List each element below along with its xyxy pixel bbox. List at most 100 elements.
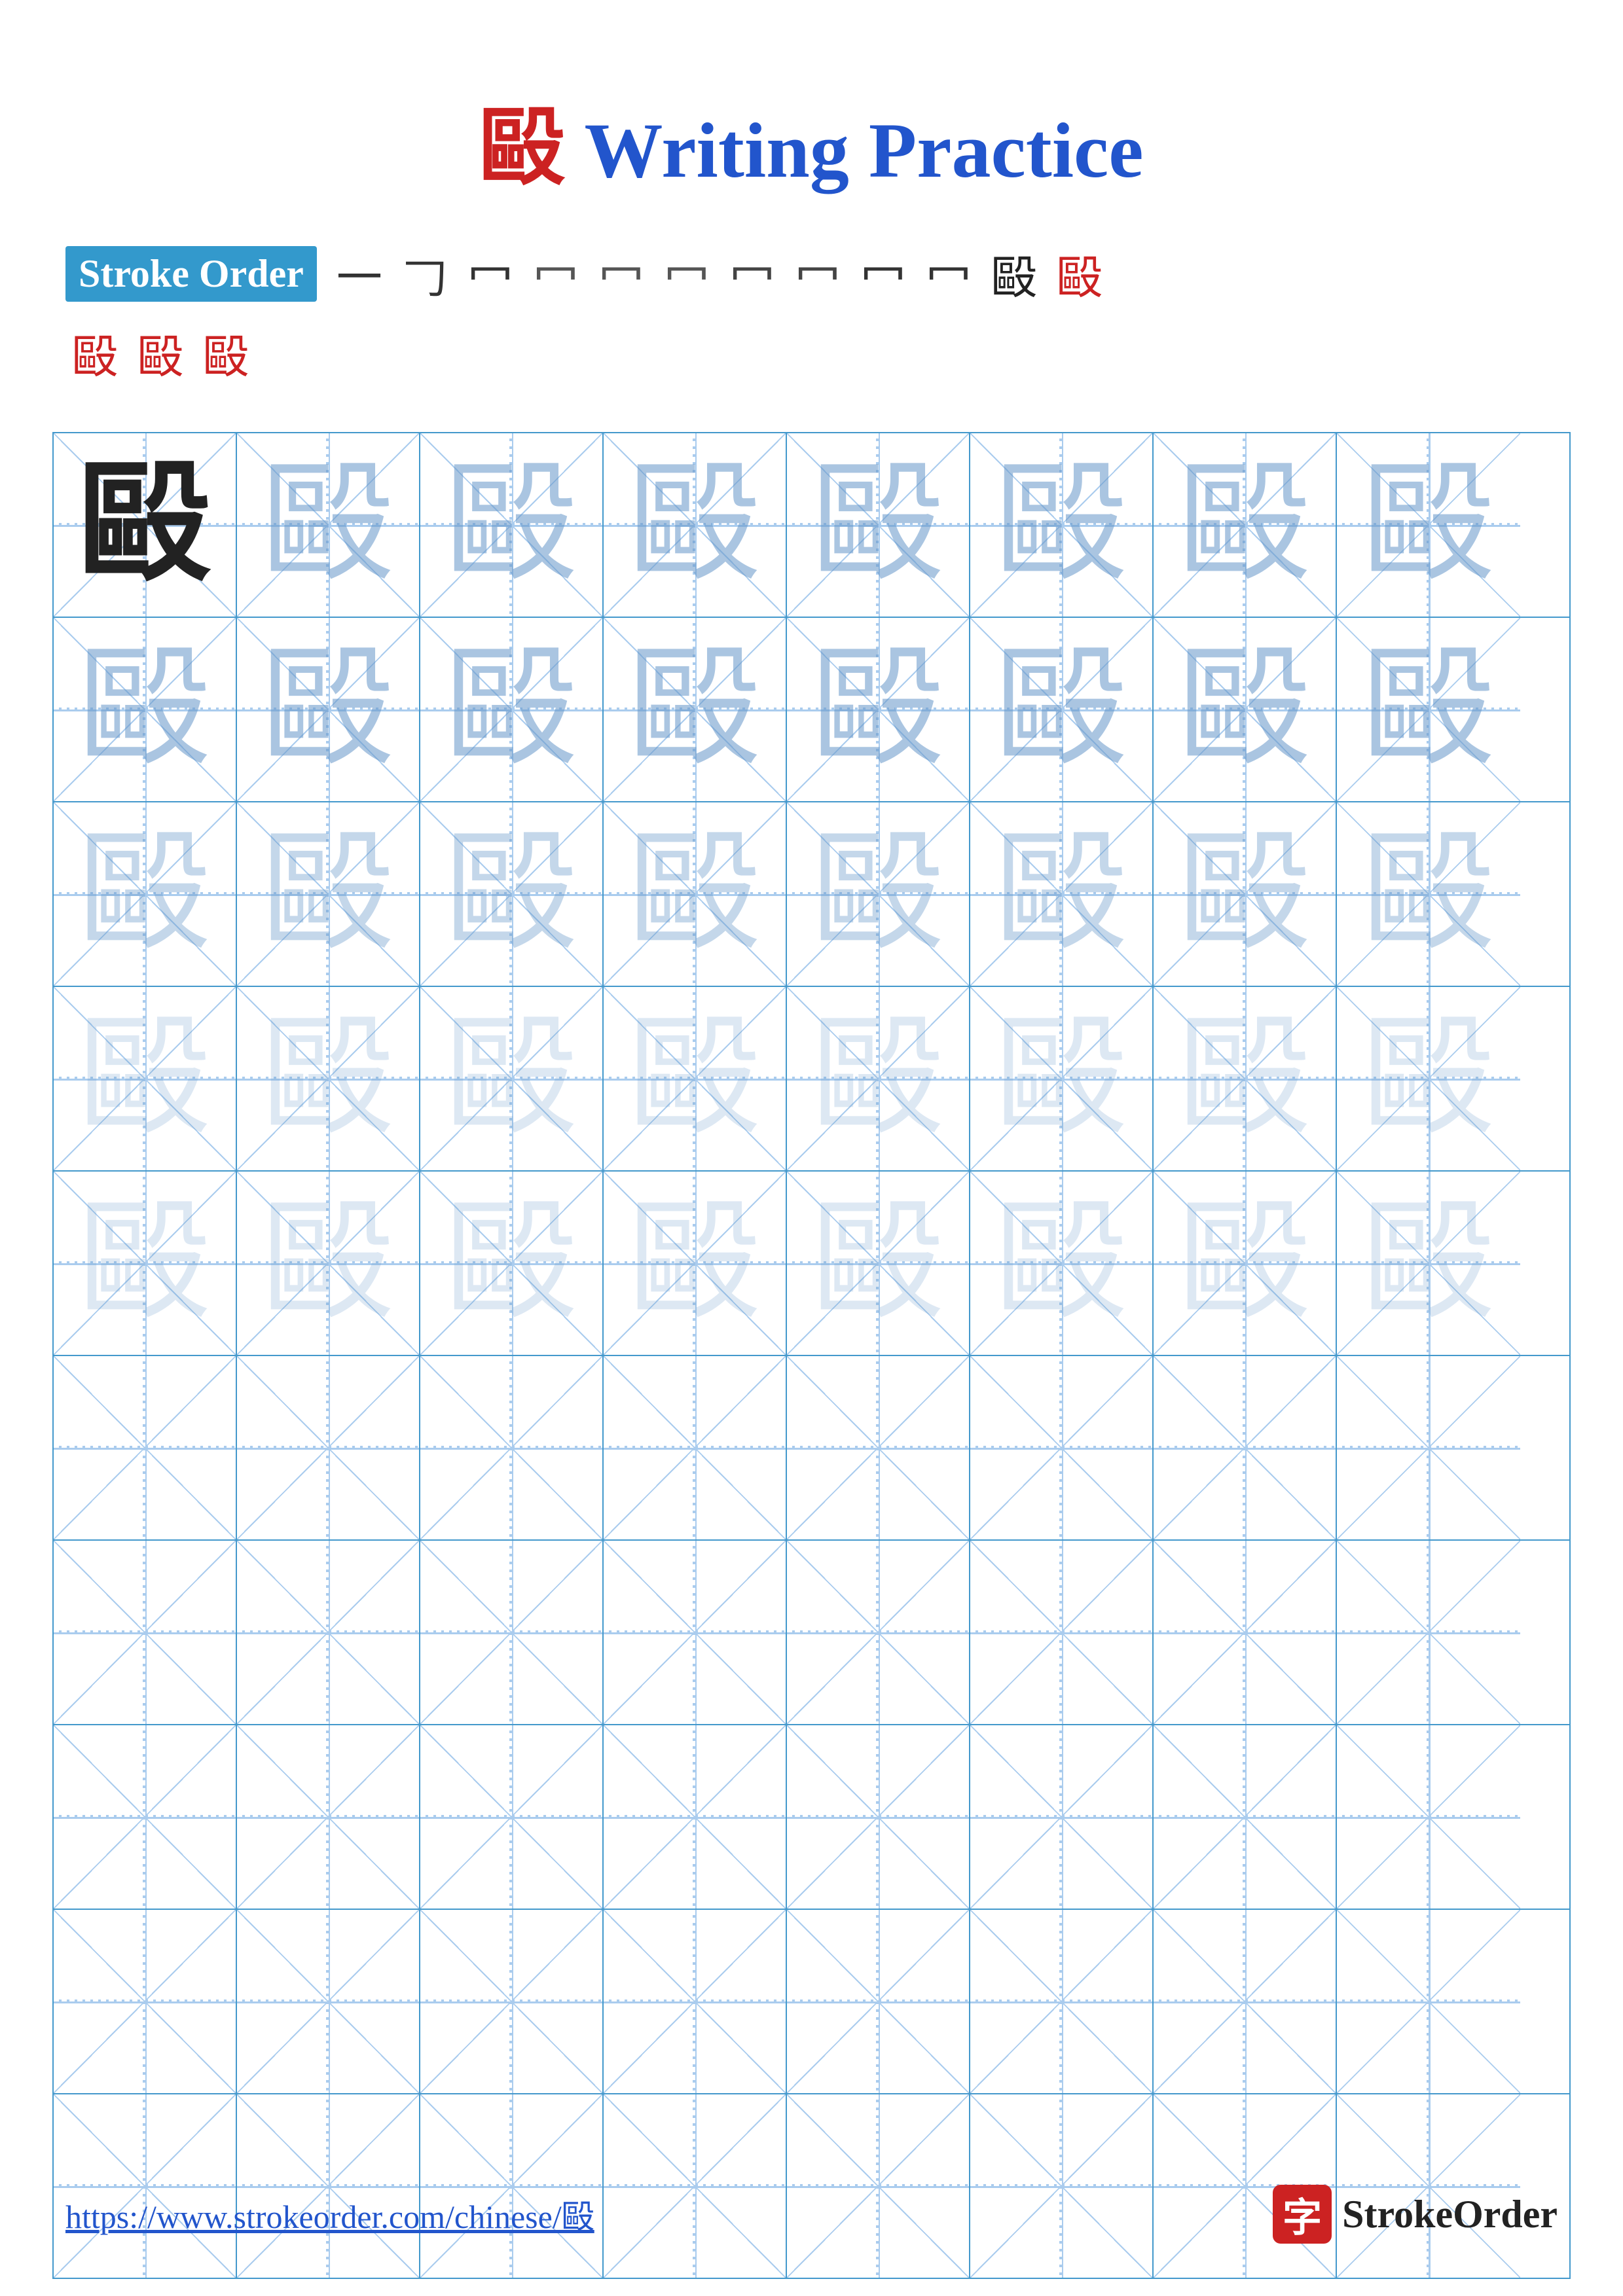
grid-cell[interactable] xyxy=(420,1910,604,2093)
grid-cell[interactable] xyxy=(1154,1356,1337,1539)
grid-cell[interactable] xyxy=(237,1910,420,2093)
grid-cell[interactable]: 毆 xyxy=(1154,618,1337,801)
grid-cell[interactable]: 毆 xyxy=(237,802,420,986)
grid-cell[interactable] xyxy=(604,1356,787,1539)
practice-char: 毆 xyxy=(996,829,1127,960)
grid-cell[interactable] xyxy=(1337,1541,1520,1724)
grid-cell[interactable] xyxy=(970,1356,1154,1539)
grid-cell[interactable]: 毆 xyxy=(970,1172,1154,1355)
grid-cell[interactable]: 毆 xyxy=(787,802,970,986)
grid-cell[interactable] xyxy=(54,1910,237,2093)
grid-cell[interactable]: 毆 xyxy=(1154,1172,1337,1355)
practice-char: 毆 xyxy=(812,1013,943,1144)
grid-cell[interactable]: 毆 xyxy=(1337,1172,1520,1355)
grid-row-6 xyxy=(54,1356,1569,1541)
practice-char: 毆 xyxy=(629,829,760,960)
grid-cell[interactable]: 毆 xyxy=(1337,433,1520,617)
stroke-15: 毆 xyxy=(203,320,249,386)
grid-cell[interactable]: 毆 xyxy=(604,1172,787,1355)
grid-cell[interactable] xyxy=(420,1541,604,1724)
title-char: 毆 xyxy=(479,101,564,196)
grid-cell[interactable] xyxy=(787,1356,970,1539)
grid-cell[interactable] xyxy=(1337,1725,1520,1909)
practice-char: 毆 xyxy=(1179,1013,1310,1144)
grid-cell[interactable]: 毆 xyxy=(604,433,787,617)
practice-char: 毆 xyxy=(446,459,577,590)
practice-char: 毆 xyxy=(1363,1198,1494,1329)
grid-cell[interactable]: 毆 xyxy=(1154,802,1337,986)
grid-cell[interactable]: 毆 xyxy=(54,433,237,617)
grid-cell[interactable] xyxy=(787,1541,970,1724)
grid-cell[interactable]: 毆 xyxy=(604,802,787,986)
footer-brand: 字 StrokeOrder xyxy=(1273,2185,1558,2244)
grid-cell[interactable]: 毆 xyxy=(1154,987,1337,1170)
practice-char: 毆 xyxy=(1363,644,1494,775)
grid-cell[interactable] xyxy=(54,1541,237,1724)
grid-cell[interactable]: 毆 xyxy=(237,987,420,1170)
grid-cell[interactable]: 毆 xyxy=(420,433,604,617)
grid-cell[interactable]: 毆 xyxy=(787,1172,970,1355)
grid-cell[interactable]: 毆 xyxy=(1337,802,1520,986)
grid-cell[interactable] xyxy=(1154,1910,1337,2093)
grid-cell[interactable]: 毆 xyxy=(420,802,604,986)
practice-char: 毆 xyxy=(629,1198,760,1329)
grid-cell[interactable] xyxy=(420,1725,604,1909)
grid-cell[interactable]: 毆 xyxy=(1337,618,1520,801)
grid-cell[interactable]: 毆 xyxy=(54,987,237,1170)
grid-cell[interactable]: 毆 xyxy=(970,433,1154,617)
stroke-12: 毆 xyxy=(1057,241,1103,307)
grid-cell[interactable] xyxy=(787,1910,970,2093)
grid-cell[interactable] xyxy=(604,1910,787,2093)
practice-char: 毆 xyxy=(996,1013,1127,1144)
grid-cell[interactable]: 毆 xyxy=(237,1172,420,1355)
stroke-order-row: Stroke Order 一 𠃌 冖 冖 冖 冖 冖 冖 冖 冖 毆 毆 xyxy=(65,241,1623,307)
grid-cell[interactable]: 毆 xyxy=(787,987,970,1170)
grid-cell[interactable]: 毆 xyxy=(1154,433,1337,617)
grid-cell[interactable] xyxy=(237,1356,420,1539)
grid-cell[interactable] xyxy=(604,1541,787,1724)
grid-cell[interactable] xyxy=(237,1541,420,1724)
grid-cell[interactable] xyxy=(604,1725,787,1909)
grid-cell[interactable]: 毆 xyxy=(237,618,420,801)
practice-char: 毆 xyxy=(1179,459,1310,590)
practice-char: 毆 xyxy=(446,1198,577,1329)
practice-char: 毆 xyxy=(446,644,577,775)
practice-char: 毆 xyxy=(1179,829,1310,960)
grid-cell[interactable] xyxy=(1154,1541,1337,1724)
grid-cell[interactable]: 毆 xyxy=(54,618,237,801)
grid-cell[interactable]: 毆 xyxy=(54,802,237,986)
grid-cell[interactable] xyxy=(970,1910,1154,2093)
grid-cell[interactable] xyxy=(787,1725,970,1909)
grid-cell[interactable]: 毆 xyxy=(420,618,604,801)
grid-cell[interactable] xyxy=(420,1356,604,1539)
stroke-7: 冖 xyxy=(729,241,775,307)
stroke-10: 冖 xyxy=(926,241,972,307)
grid-cell[interactable]: 毆 xyxy=(787,433,970,617)
grid-cell[interactable] xyxy=(54,1725,237,1909)
grid-cell[interactable] xyxy=(54,1356,237,1539)
grid-cell[interactable] xyxy=(1154,1725,1337,1909)
practice-char: 毆 xyxy=(263,1198,393,1329)
footer-url[interactable]: https://www.strokeorder.com/chinese/毆 xyxy=(65,2191,594,2238)
grid-cell[interactable] xyxy=(1337,1356,1520,1539)
grid-cell[interactable]: 毆 xyxy=(604,987,787,1170)
grid-row-1: 毆 毆 毆 毆 毆 毆 毆 毆 xyxy=(54,433,1569,618)
grid-cell[interactable] xyxy=(1337,1910,1520,2093)
grid-cell[interactable]: 毆 xyxy=(604,618,787,801)
grid-row-3: 毆 毆 毆 毆 毆 毆 毆 毆 xyxy=(54,802,1569,987)
grid-cell[interactable]: 毆 xyxy=(970,987,1154,1170)
grid-cell[interactable] xyxy=(970,1725,1154,1909)
grid-cell[interactable]: 毆 xyxy=(54,1172,237,1355)
grid-cell[interactable]: 毆 xyxy=(787,618,970,801)
grid-cell[interactable]: 毆 xyxy=(420,987,604,1170)
grid-cell[interactable]: 毆 xyxy=(970,802,1154,986)
grid-cell[interactable]: 毆 xyxy=(1337,987,1520,1170)
grid-cell[interactable] xyxy=(970,1541,1154,1724)
practice-char: 毆 xyxy=(446,1013,577,1144)
grid-cell[interactable]: 毆 xyxy=(237,433,420,617)
grid-cell[interactable] xyxy=(237,1725,420,1909)
grid-cell[interactable]: 毆 xyxy=(970,618,1154,801)
grid-cell[interactable]: 毆 xyxy=(420,1172,604,1355)
title-area: 毆 Writing Practice xyxy=(0,0,1623,241)
grid-row-7 xyxy=(54,1541,1569,1725)
